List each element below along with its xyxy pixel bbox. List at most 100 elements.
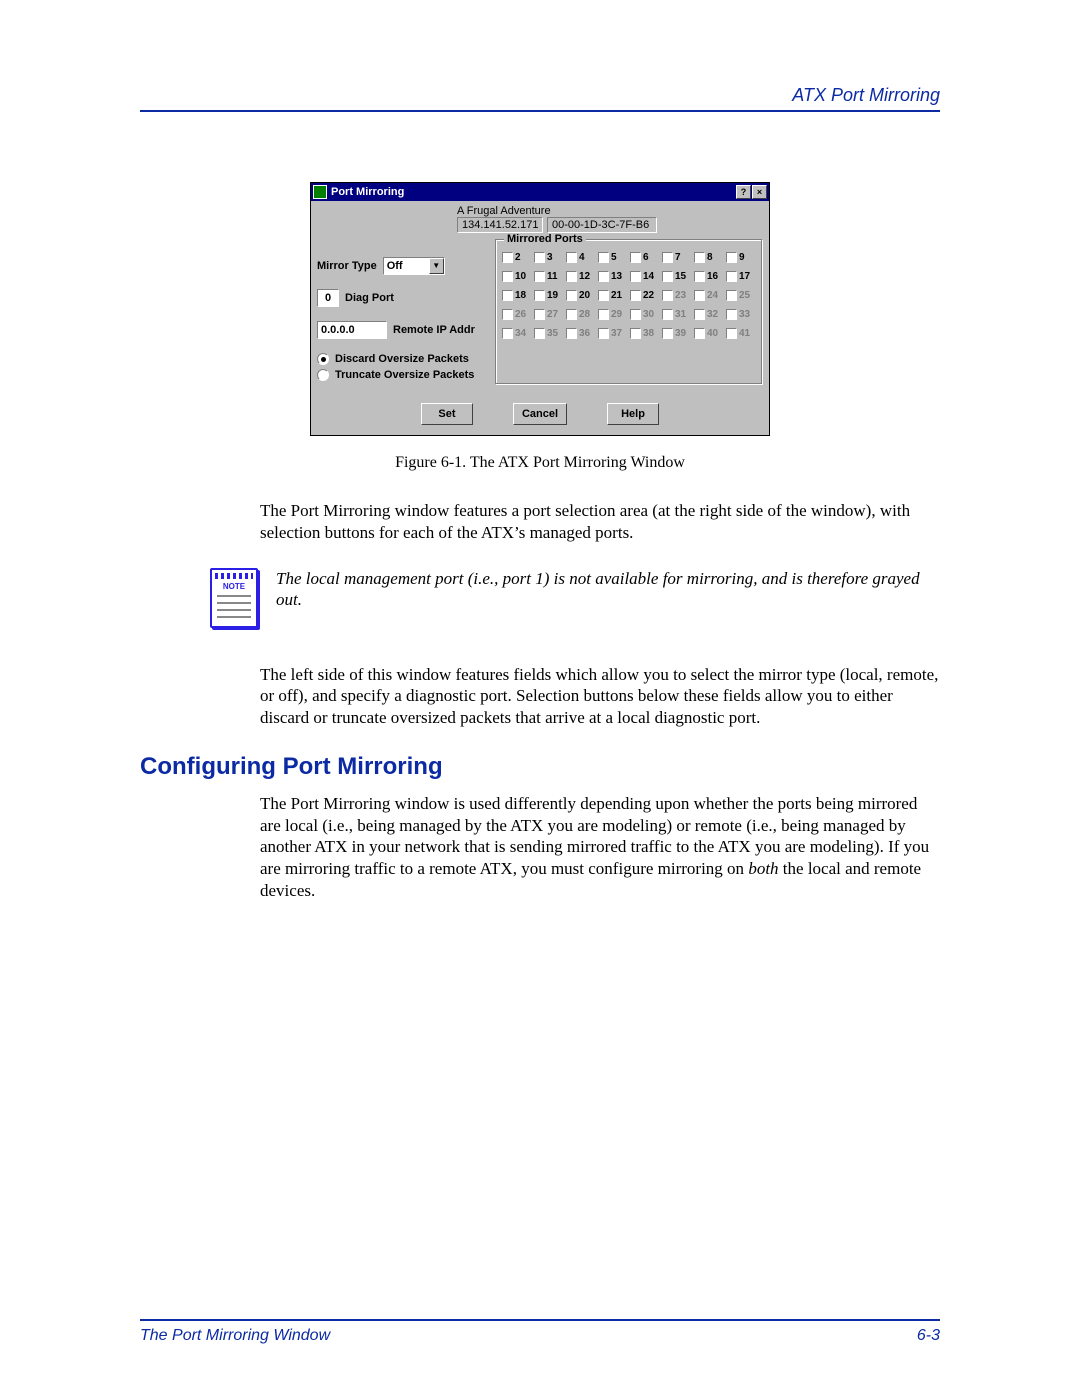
mirror-type-dropdown[interactable]: Off ▼ [383, 257, 445, 275]
checkbox-icon[interactable] [598, 252, 609, 263]
ip-display: 134.141.52.171 [457, 217, 543, 233]
ports-row: 2627282930313233 [502, 309, 756, 320]
discard-radio-row[interactable]: Discard Oversize Packets [317, 353, 485, 365]
checkbox-icon[interactable] [534, 290, 545, 301]
port-5[interactable]: 5 [598, 252, 628, 263]
port-number: 23 [675, 290, 686, 301]
port-number: 24 [707, 290, 718, 301]
app-icon [313, 185, 327, 199]
checkbox-icon[interactable] [566, 271, 577, 282]
port-number: 16 [707, 271, 718, 282]
checkbox-icon [630, 309, 641, 320]
mirror-type-value: Off [384, 260, 429, 272]
remote-ip-input[interactable]: 0.0.0.0 [317, 321, 387, 339]
mac-display: 00-00-1D-3C-7F-B6 [547, 217, 657, 233]
port-22[interactable]: 22 [630, 290, 660, 301]
chevron-down-icon[interactable]: ▼ [429, 258, 444, 274]
checkbox-icon [726, 328, 737, 339]
set-button[interactable]: Set [421, 403, 473, 425]
header-rule [140, 110, 940, 112]
port-number: 6 [643, 252, 649, 263]
checkbox-icon [662, 309, 673, 320]
port-number: 12 [579, 271, 590, 282]
port-number: 7 [675, 252, 681, 263]
port-16[interactable]: 16 [694, 271, 724, 282]
checkbox-icon[interactable] [630, 271, 641, 282]
checkbox-icon [502, 309, 513, 320]
port-7[interactable]: 7 [662, 252, 692, 263]
port-number: 21 [611, 290, 622, 301]
checkbox-icon[interactable] [662, 252, 673, 263]
close-titlebutton[interactable]: × [752, 185, 767, 199]
port-13[interactable]: 13 [598, 271, 628, 282]
port-18[interactable]: 18 [502, 290, 532, 301]
port-number: 2 [515, 252, 521, 263]
checkbox-icon[interactable] [534, 252, 545, 263]
port-8[interactable]: 8 [694, 252, 724, 263]
port-6[interactable]: 6 [630, 252, 660, 263]
port-27: 27 [534, 309, 564, 320]
diag-port-input[interactable]: 0 [317, 289, 339, 307]
port-20[interactable]: 20 [566, 290, 596, 301]
page-header-right: ATX Port Mirroring [140, 85, 940, 110]
radio-icon[interactable] [317, 353, 329, 365]
port-number: 38 [643, 328, 654, 339]
port-12[interactable]: 12 [566, 271, 596, 282]
checkbox-icon[interactable] [662, 271, 673, 282]
checkbox-icon [726, 309, 737, 320]
port-36: 36 [566, 328, 596, 339]
checkbox-icon[interactable] [502, 252, 513, 263]
checkbox-icon [598, 309, 609, 320]
truncate-radio-row[interactable]: Truncate Oversize Packets [317, 369, 485, 381]
para-2: The left side of this window features fi… [140, 664, 940, 729]
port-33: 33 [726, 309, 756, 320]
checkbox-icon[interactable] [598, 271, 609, 282]
cancel-button[interactable]: Cancel [513, 403, 567, 425]
port-32: 32 [694, 309, 724, 320]
port-2[interactable]: 2 [502, 252, 532, 263]
port-3[interactable]: 3 [534, 252, 564, 263]
help-titlebutton[interactable]: ? [736, 185, 751, 199]
port-number: 14 [643, 271, 654, 282]
checkbox-icon [694, 309, 705, 320]
port-9[interactable]: 9 [726, 252, 756, 263]
port-21[interactable]: 21 [598, 290, 628, 301]
checkbox-icon[interactable] [566, 252, 577, 263]
checkbox-icon[interactable] [726, 252, 737, 263]
checkbox-icon[interactable] [534, 271, 545, 282]
section-heading: Configuring Port Mirroring [140, 753, 940, 781]
help-button[interactable]: Help [607, 403, 659, 425]
port-number: 9 [739, 252, 745, 263]
port-number: 22 [643, 290, 654, 301]
port-14[interactable]: 14 [630, 271, 660, 282]
checkbox-icon[interactable] [726, 271, 737, 282]
para-3: The Port Mirroring window is used differ… [140, 793, 940, 902]
port-10[interactable]: 10 [502, 271, 532, 282]
checkbox-icon[interactable] [598, 290, 609, 301]
port-number: 19 [547, 290, 558, 301]
checkbox-icon[interactable] [630, 290, 641, 301]
port-number: 20 [579, 290, 590, 301]
port-19[interactable]: 19 [534, 290, 564, 301]
checkbox-icon [534, 328, 545, 339]
checkbox-icon[interactable] [630, 252, 641, 263]
checkbox-icon[interactable] [502, 271, 513, 282]
checkbox-icon [502, 328, 513, 339]
port-11[interactable]: 11 [534, 271, 564, 282]
port-number: 36 [579, 328, 590, 339]
port-30: 30 [630, 309, 660, 320]
footer-rule [140, 1319, 940, 1321]
radio-icon[interactable] [317, 369, 329, 381]
checkbox-icon[interactable] [694, 271, 705, 282]
port-4[interactable]: 4 [566, 252, 596, 263]
group-title: Mirrored Ports [504, 233, 586, 245]
checkbox-icon[interactable] [566, 290, 577, 301]
port-number: 41 [739, 328, 750, 339]
port-number: 15 [675, 271, 686, 282]
checkbox-icon[interactable] [694, 252, 705, 263]
checkbox-icon[interactable] [502, 290, 513, 301]
checkbox-icon [566, 309, 577, 320]
port-17[interactable]: 17 [726, 271, 756, 282]
port-15[interactable]: 15 [662, 271, 692, 282]
port-41: 41 [726, 328, 756, 339]
